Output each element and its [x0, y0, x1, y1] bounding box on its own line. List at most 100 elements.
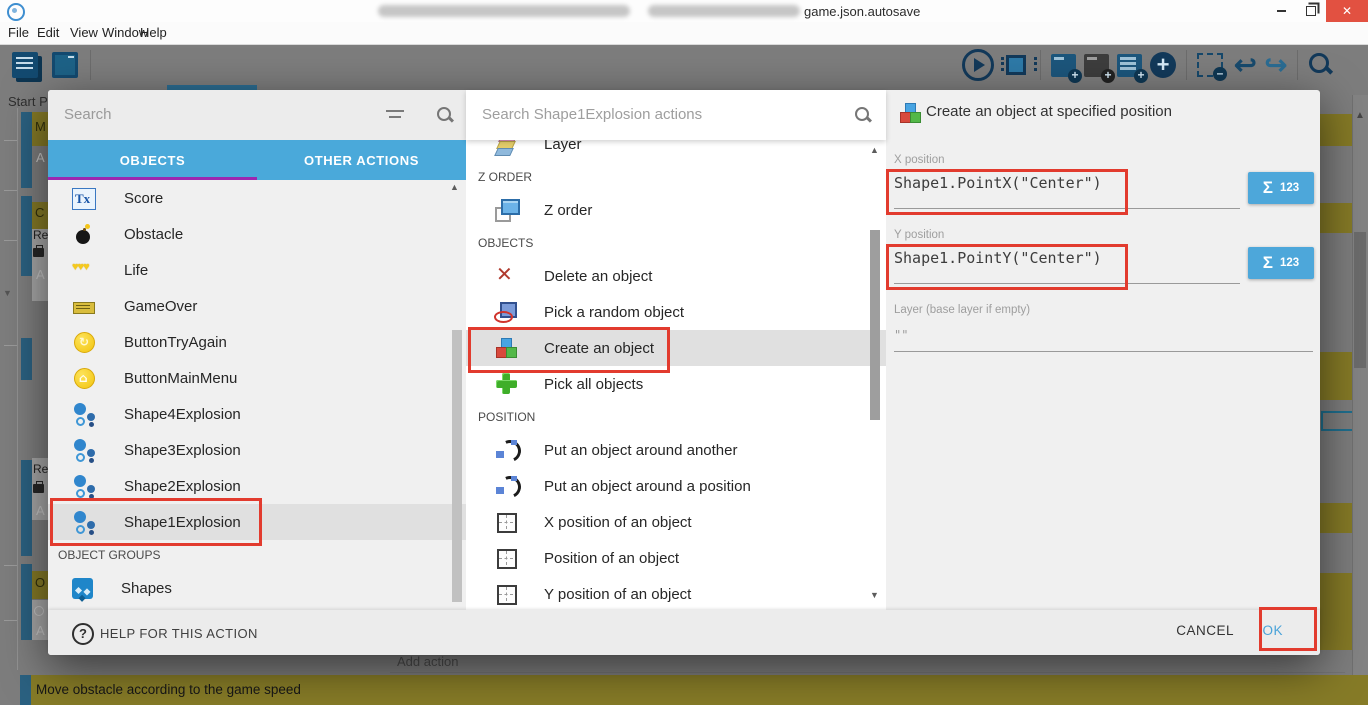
object-list-item[interactable]: GameOver [48, 288, 466, 324]
object-list-item[interactable]: ButtonMainMenu [48, 360, 466, 396]
object-panel-tabs: OBJECTS OTHER ACTIONS [48, 140, 466, 180]
menu-edit[interactable]: Edit [37, 25, 59, 40]
event-condition-row [1320, 503, 1353, 533]
particles-icon [72, 402, 96, 426]
object-list-item[interactable]: Shape2Explosion [48, 468, 466, 504]
item-label: ButtonTryAgain [124, 334, 227, 351]
add-action-link[interactable]: Add action [397, 654, 458, 669]
object-list-item[interactable]: Obstacle [48, 216, 466, 252]
event-condition-row [1320, 203, 1353, 233]
start-page-tab[interactable]: Start P [8, 94, 48, 109]
event-text-fragment: Re [33, 228, 48, 242]
plus-badge-icon [1101, 69, 1115, 83]
item-label: Position of an object [544, 550, 679, 567]
minimize-button[interactable] [1266, 0, 1296, 22]
action-list-item[interactable]: Put an object around a position [466, 468, 886, 504]
group-list-item[interactable]: Shapes [48, 570, 466, 606]
debug-icon[interactable] [1006, 55, 1026, 75]
object-list-item[interactable]: Shape1Explosion [48, 504, 466, 540]
scroll-up-icon[interactable] [450, 182, 459, 192]
action-search-bar[interactable]: Search Shape1Explosion actions [466, 90, 886, 140]
title-bar: game.json.autosave [0, 0, 1368, 23]
action-list-item[interactable]: Z order [466, 192, 886, 228]
play-icon[interactable] [962, 49, 994, 81]
tab-objects[interactable]: OBJECTS [48, 140, 257, 180]
layer-label: Layer (base layer if empty) [894, 304, 1030, 316]
ok-button[interactable]: OK [1256, 622, 1289, 639]
object-list-scrollbar-thumb[interactable] [452, 330, 462, 602]
menu-view[interactable]: View [70, 25, 98, 40]
object-list-item[interactable]: Shape4Explosion [48, 396, 466, 432]
action-list-scrollbar-thumb[interactable] [870, 230, 880, 420]
event-indent-bar [21, 112, 32, 188]
filter-icon[interactable] [386, 110, 406, 124]
action-list-item[interactable]: Position of an object [466, 540, 886, 576]
event-indent-bar [21, 196, 32, 276]
action-list-item[interactable]: Put an object around another [466, 432, 886, 468]
object-list-item[interactable]: Score [48, 180, 466, 216]
help-for-action-link[interactable]: HELP FOR THIS ACTION [100, 626, 258, 641]
restore-button[interactable] [1296, 0, 1326, 22]
action-title: Create an object at specified position [926, 103, 1172, 120]
add-event-icon[interactable] [1051, 54, 1076, 77]
x-position-label: X position [894, 154, 945, 166]
add-comment-icon[interactable] [1084, 54, 1109, 77]
y-position-field[interactable]: Shape1.PointY("Center") [894, 249, 1102, 267]
add-subevent-icon[interactable] [1117, 54, 1142, 77]
add-circle-icon[interactable] [1150, 52, 1176, 78]
scroll-up-icon[interactable] [1355, 110, 1365, 121]
event-tick [4, 190, 17, 191]
event-comment-text: Move obstacle according to the game spee… [36, 682, 301, 697]
object-list-item[interactable]: Shape3Explosion [48, 432, 466, 468]
event-text-fragment: A [36, 503, 45, 518]
event-condition-row [1320, 573, 1353, 650]
gdevelop-logo-icon [7, 3, 25, 21]
remove-selection-icon[interactable] [1197, 53, 1223, 77]
event-text-fragment: A [36, 623, 45, 638]
object-list-item[interactable]: ButtonTryAgain [48, 324, 466, 360]
events-scrollbar-thumb[interactable] [1354, 232, 1366, 368]
briefcase-icon [33, 484, 44, 493]
scroll-up-icon[interactable] [870, 145, 879, 155]
item-label: Shapes [121, 580, 172, 597]
menu-help[interactable]: Help [140, 25, 167, 40]
toolbar-separator [1297, 50, 1298, 80]
project-manager-icon[interactable] [12, 52, 38, 78]
event-tick [4, 240, 17, 241]
y-position-label: Y position [894, 229, 944, 241]
event-indent-bar [21, 338, 32, 380]
events-scrollbar[interactable] [1352, 95, 1368, 705]
scene-editor-icon[interactable] [52, 52, 78, 78]
item-label: Shape2Explosion [124, 478, 241, 495]
object-search-bar[interactable]: Search [48, 90, 466, 140]
item-label: Z order [544, 202, 592, 219]
action-list-item[interactable]: Pick all objects [466, 366, 886, 402]
grid-icon [494, 510, 518, 534]
plus-badge-icon [1134, 69, 1148, 83]
dialog-footer: HELP FOR THIS ACTION CANCEL OK [48, 610, 1320, 655]
layer-field[interactable]: "" [894, 328, 908, 342]
menu-file[interactable]: File [8, 25, 29, 40]
cancel-button[interactable]: CANCEL [1170, 622, 1240, 639]
x-position-field[interactable]: Shape1.PointX("Center") [894, 174, 1102, 192]
collapse-arrow-icon[interactable]: ▼ [3, 288, 12, 298]
action-list-item[interactable]: X position of an object [466, 504, 886, 540]
object-list-item[interactable]: Life [48, 252, 466, 288]
tab-other-actions[interactable]: OTHER ACTIONS [257, 140, 466, 180]
search-toolbar-icon[interactable] [1308, 52, 1334, 78]
redo-icon[interactable]: ↪ [1265, 50, 1288, 80]
create-icon [494, 336, 518, 360]
action-list-item[interactable]: Y position of an object [466, 576, 886, 612]
close-button[interactable] [1326, 0, 1368, 22]
action-list-item[interactable]: Create an object [466, 330, 886, 366]
toolbar-separator [90, 50, 91, 80]
action-list-item[interactable]: Delete an object [466, 258, 886, 294]
expression-editor-button[interactable]: Σ 123 [1248, 172, 1314, 204]
action-list-item[interactable]: Pick a random object [466, 294, 886, 330]
gdevelop-window: game.json.autosave File Edit View Window… [0, 0, 1368, 705]
scroll-down-icon[interactable] [870, 590, 879, 600]
item-label: Shape3Explosion [124, 442, 241, 459]
expression-editor-button[interactable]: Σ 123 [1248, 247, 1314, 279]
undo-icon[interactable]: ↩ [1234, 50, 1257, 80]
sigma-icon: Σ [1263, 178, 1273, 198]
